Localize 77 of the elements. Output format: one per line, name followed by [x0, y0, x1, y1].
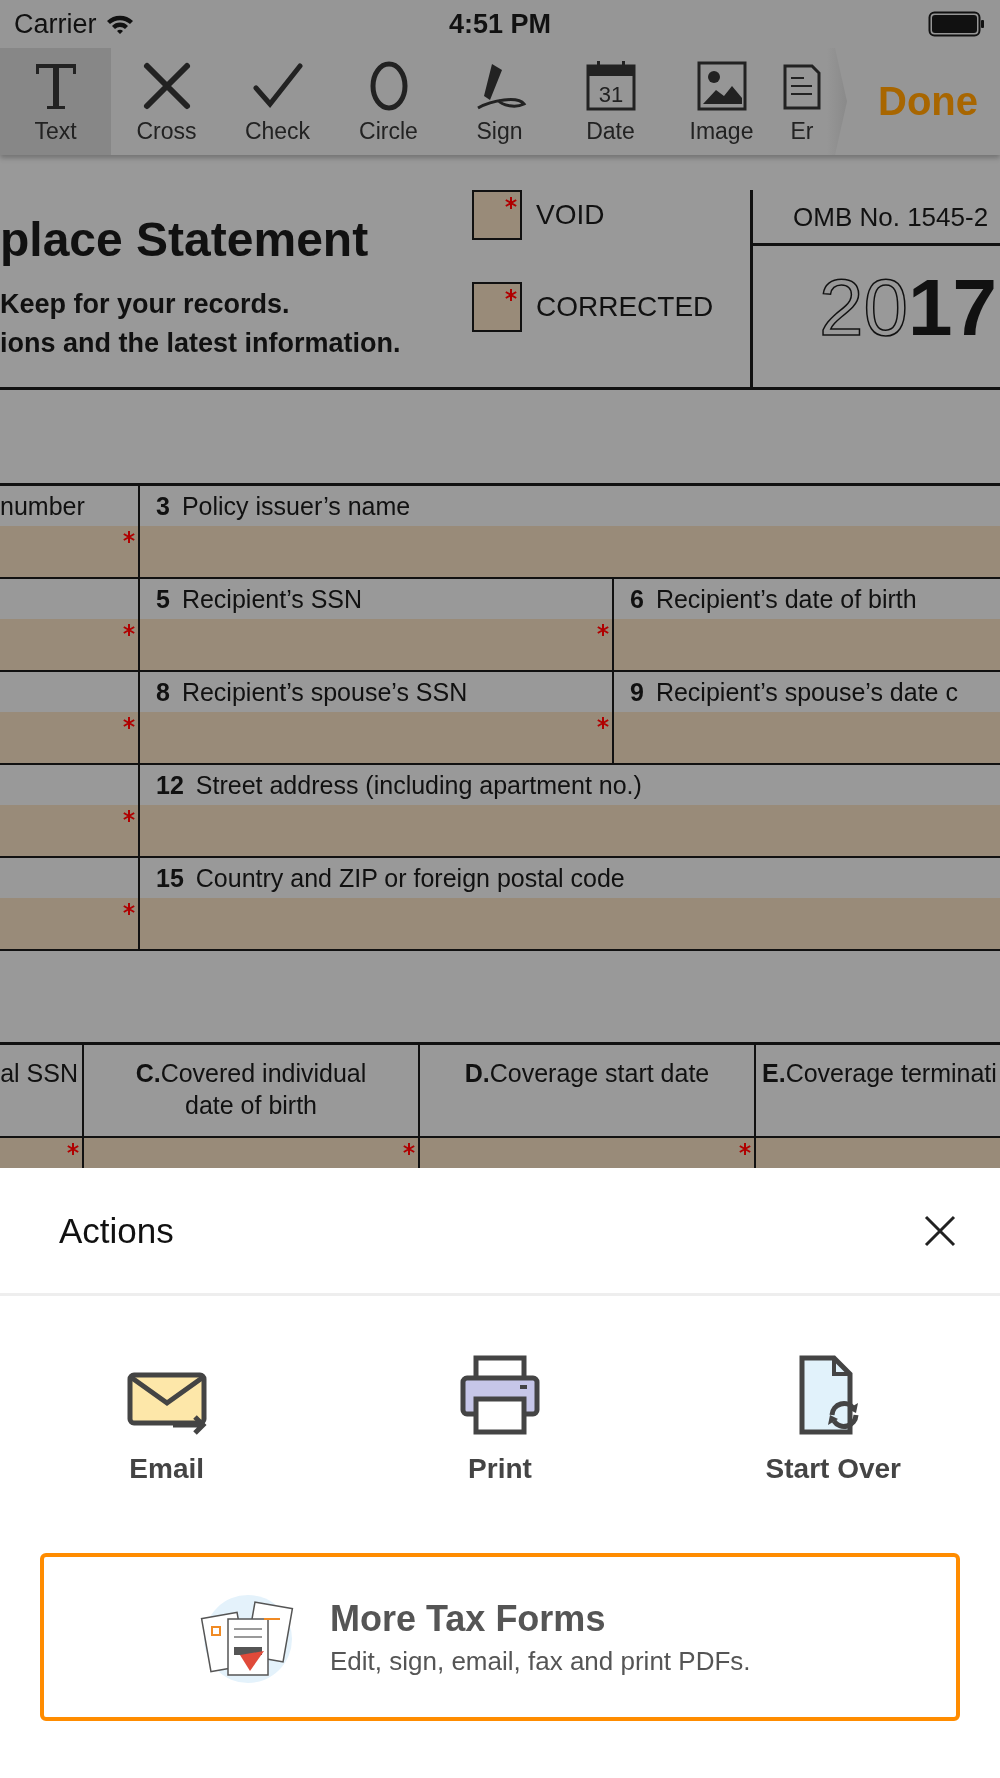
- required-icon: [122, 530, 136, 544]
- field-label: Recipient’s spouse’s SSN: [181, 677, 468, 707]
- carrier-name: Carrier: [14, 8, 97, 40]
- action-button[interactable]: Email: [0, 1340, 334, 1485]
- checkbox[interactable]: [472, 282, 522, 332]
- input-field[interactable]: [614, 619, 1000, 670]
- omb-number: OMB No. 1545-2: [753, 190, 1000, 246]
- input-field[interactable]: [0, 712, 138, 763]
- field-label: Recipient’s SSN: [181, 584, 363, 614]
- close-icon[interactable]: [924, 1214, 956, 1247]
- tool-button[interactable]: Er: [777, 48, 827, 155]
- tool-button[interactable]: Circle: [333, 48, 444, 155]
- required-icon: [122, 809, 136, 823]
- tool-button[interactable]: Sign: [444, 48, 555, 155]
- required-icon: [596, 716, 610, 730]
- year-outline: 20: [819, 263, 908, 352]
- circle-icon: [368, 60, 409, 112]
- input-field[interactable]: [0, 619, 138, 670]
- battery-icon: [928, 11, 986, 37]
- action-button[interactable]: Print: [333, 1340, 667, 1485]
- sheet-title: Actions: [59, 1210, 174, 1251]
- input-field[interactable]: [84, 1138, 418, 1168]
- field-number: 6: [630, 584, 644, 614]
- required-icon: [596, 623, 610, 637]
- input-field[interactable]: [0, 1138, 82, 1168]
- input-field[interactable]: [140, 712, 612, 763]
- field-number: 12: [156, 770, 184, 800]
- field-label: Policy issuer’s name: [181, 491, 411, 521]
- checkbox[interactable]: [472, 190, 522, 240]
- checkbox-label: CORRECTED: [536, 291, 714, 323]
- input-field[interactable]: [140, 805, 1000, 856]
- column-header: C.Covered individual date of birth: [134, 1058, 368, 1121]
- field-number: 5: [156, 584, 170, 614]
- form-note: Keep for your records.: [0, 289, 291, 320]
- promo-button[interactable]: More Tax Forms Edit, sign, email, fax and print PDFs.: [40, 1553, 960, 1721]
- status-time: 4:51 PM: [449, 8, 551, 40]
- required-icon: [66, 1142, 80, 1156]
- promo-subtitle: Edit, sign, email, fax and print PDFs.: [330, 1645, 751, 1677]
- promo-title: More Tax Forms: [330, 1597, 607, 1640]
- image-icon: [695, 60, 748, 112]
- form-note: ions and the latest information.: [0, 328, 402, 359]
- required-icon: [122, 623, 136, 637]
- field-number: 3: [156, 491, 170, 521]
- column-header: E.Coverage terminati: [762, 1058, 997, 1089]
- printer-icon: [460, 1355, 540, 1435]
- field-label: Recipient’s date of birth: [655, 584, 917, 614]
- tool-button[interactable]: Cross: [111, 48, 222, 155]
- column-header: D.Coverage start date: [464, 1058, 710, 1089]
- field-number: 9: [630, 677, 644, 707]
- input-field[interactable]: [756, 1138, 1000, 1168]
- tool-button[interactable]: Check: [222, 48, 333, 155]
- tool-button[interactable]: Text: [0, 48, 111, 155]
- input-field[interactable]: [614, 712, 1000, 763]
- field-label: number: [0, 491, 85, 521]
- field-number: 15: [156, 863, 184, 893]
- column-header: al SSN: [0, 1058, 78, 1089]
- field-number: 8: [156, 677, 170, 707]
- tool-button[interactable]: 31 Date: [555, 48, 666, 155]
- input-field[interactable]: [420, 1138, 754, 1168]
- required-icon: [402, 1142, 416, 1156]
- tool-button[interactable]: Image: [666, 48, 777, 155]
- field-label: Street address (including apartment no.): [195, 770, 642, 800]
- input-field[interactable]: [140, 898, 1000, 949]
- year-bold: 17: [908, 263, 997, 352]
- required-icon: [122, 902, 136, 916]
- checkbox-label: VOID: [536, 199, 605, 231]
- input-field[interactable]: [140, 526, 1000, 577]
- action-button[interactable]: Start Over: [666, 1340, 1000, 1485]
- field-label: Country and ZIP or foreign postal code: [195, 863, 625, 893]
- field-label: Recipient’s spouse’s date c: [655, 677, 958, 707]
- required-icon: [738, 1142, 752, 1156]
- required-icon: [122, 716, 136, 730]
- input-field[interactable]: [0, 898, 138, 949]
- input-field[interactable]: [0, 805, 138, 856]
- form-title: place Statement: [0, 212, 370, 267]
- input-field[interactable]: [140, 619, 612, 670]
- input-field[interactable]: [0, 526, 138, 577]
